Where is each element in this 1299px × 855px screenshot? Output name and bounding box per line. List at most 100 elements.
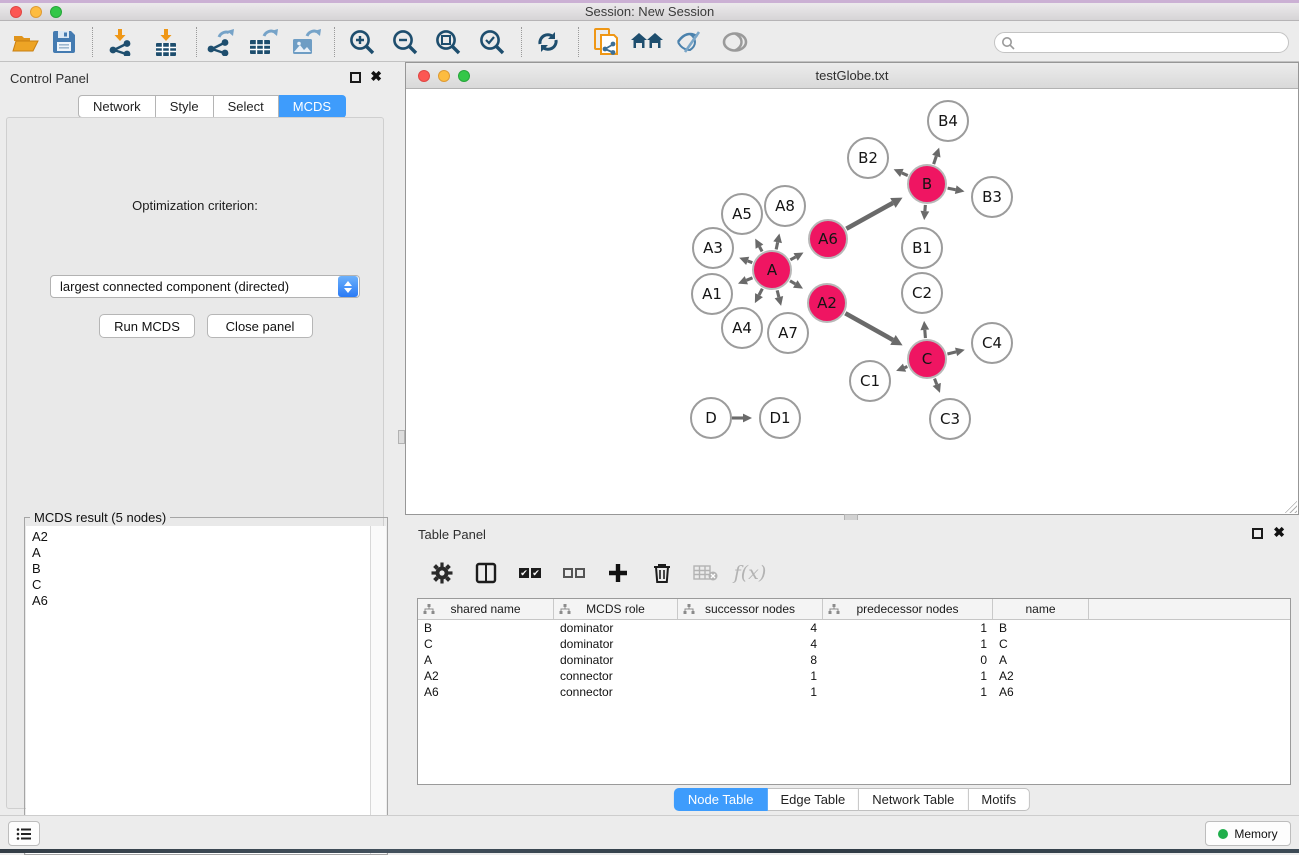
edge-A6-B[interactable]	[846, 203, 893, 229]
tab-select[interactable]: Select	[214, 95, 279, 118]
edge-A-A6[interactable]	[790, 257, 795, 260]
edge-B-B2[interactable]	[902, 173, 908, 176]
tab-motifs[interactable]: Motifs	[968, 788, 1030, 811]
column-header-predecessor-nodes[interactable]: predecessor nodes	[823, 599, 993, 619]
network-canvas[interactable]: B4B2BB3A8A5A6A3B1AA1C2A2A4A7C4CC1DD1C3	[406, 89, 1298, 514]
tab-node-table[interactable]: Node Table	[674, 788, 768, 811]
delete-icon[interactable]	[647, 558, 677, 588]
table-cell[interactable]: 1	[678, 668, 823, 684]
edge-A-A1[interactable]	[746, 278, 752, 280]
save-session-icon[interactable]	[46, 26, 82, 58]
network-window-titlebar[interactable]: testGlobe.txt	[406, 63, 1298, 89]
column-header-successor-nodes[interactable]: successor nodes	[678, 599, 823, 619]
deselect-all-icon[interactable]	[559, 558, 589, 588]
edge-B-B4[interactable]	[934, 156, 937, 164]
table-row[interactable]: A6connector11A6	[418, 684, 1290, 700]
node-table[interactable]: shared nameMCDS rolesuccessor nodesprede…	[417, 598, 1291, 785]
export-image-icon[interactable]	[288, 26, 324, 58]
table-row[interactable]: Cdominator41C	[418, 636, 1290, 652]
edge-A-A4[interactable]	[759, 289, 762, 295]
edge-B-B3[interactable]	[948, 188, 956, 190]
zoom-fit-icon[interactable]	[430, 26, 466, 58]
search-input[interactable]	[1015, 34, 1288, 51]
edge-C-C1[interactable]	[905, 367, 908, 368]
table-cell[interactable]: C	[993, 636, 1089, 652]
table-row[interactable]: Bdominator41B	[418, 620, 1290, 636]
table-cell[interactable]: connector	[554, 668, 678, 684]
table-cell[interactable]: A2	[993, 668, 1089, 684]
result-list-scrollbar[interactable]	[370, 526, 386, 854]
table-cell[interactable]: B	[993, 620, 1089, 636]
table-cell[interactable]: A6	[418, 684, 554, 700]
table-cell[interactable]: 1	[823, 620, 993, 636]
table-row[interactable]: A2connector11A2	[418, 668, 1290, 684]
zoom-out-icon[interactable]	[387, 26, 423, 58]
table-cell[interactable]: dominator	[554, 652, 678, 668]
table-cell[interactable]: dominator	[554, 620, 678, 636]
hide-selected-icon[interactable]	[672, 26, 708, 58]
table-cell[interactable]: B	[418, 620, 554, 636]
show-all-icon[interactable]	[717, 26, 753, 58]
table-cell[interactable]: A6	[993, 684, 1089, 700]
duplicate-network-icon[interactable]	[588, 26, 624, 58]
edge-C-C2[interactable]	[925, 330, 926, 338]
column-header-name[interactable]: name	[993, 599, 1089, 619]
columns-icon[interactable]	[471, 558, 501, 588]
edge-A-A7[interactable]	[777, 290, 779, 297]
tab-style[interactable]: Style	[156, 95, 214, 118]
table-cell[interactable]: 4	[678, 620, 823, 636]
table-header-row[interactable]: shared nameMCDS rolesuccessor nodesprede…	[418, 599, 1290, 620]
import-network-icon[interactable]	[102, 26, 138, 58]
tab-edge-table[interactable]: Edge Table	[767, 788, 859, 811]
result-item[interactable]: A	[32, 545, 370, 561]
table-cell[interactable]: dominator	[554, 636, 678, 652]
result-item[interactable]: A6	[32, 593, 370, 609]
edge-A-A5[interactable]	[759, 247, 762, 252]
memory-button[interactable]: Memory	[1205, 821, 1291, 846]
select-all-icon[interactable]: ✔✔	[515, 558, 545, 588]
table-cell[interactable]: C	[418, 636, 554, 652]
column-header-shared-name[interactable]: shared name	[418, 599, 554, 619]
result-item[interactable]: A2	[32, 529, 370, 545]
zoom-selected-icon[interactable]	[474, 26, 510, 58]
export-table-icon[interactable]	[245, 26, 281, 58]
table-float-icon[interactable]	[1252, 528, 1263, 539]
delete-table-icon[interactable]	[691, 558, 721, 588]
tab-network[interactable]: Network	[78, 95, 156, 118]
canvas-scroll-nub-left[interactable]	[398, 430, 405, 444]
mcds-result-list[interactable]: A2ABCA6	[26, 526, 371, 854]
float-panel-icon[interactable]	[350, 72, 361, 83]
criterion-dropdown[interactable]: largest connected component (directed)	[50, 275, 360, 298]
run-mcds-button[interactable]: Run MCDS	[99, 314, 195, 338]
edge-C-C3[interactable]	[935, 379, 937, 385]
close-panel-icon[interactable]: ✖	[370, 71, 382, 82]
table-body[interactable]: Bdominator41BCdominator41CAdominator80AA…	[418, 620, 1290, 700]
table-cell[interactable]: connector	[554, 684, 678, 700]
add-column-icon[interactable]	[603, 558, 633, 588]
zoom-in-icon[interactable]	[344, 26, 380, 58]
edge-A-A3[interactable]	[748, 261, 753, 263]
table-cell[interactable]: 4	[678, 636, 823, 652]
task-history-button[interactable]	[8, 821, 40, 846]
refresh-icon[interactable]	[530, 26, 566, 58]
table-row[interactable]: Adominator80A	[418, 652, 1290, 668]
close-panel-button[interactable]: Close panel	[207, 314, 313, 338]
edge-A-A8[interactable]	[776, 242, 777, 249]
table-cell[interactable]: 0	[823, 652, 993, 668]
table-cell[interactable]: 1	[823, 684, 993, 700]
edge-C-C4[interactable]	[947, 352, 956, 354]
table-cell[interactable]: 8	[678, 652, 823, 668]
table-close-icon[interactable]: ✖	[1273, 527, 1285, 538]
result-item[interactable]: B	[32, 561, 370, 577]
resize-grip-icon[interactable]	[1285, 501, 1297, 513]
table-cell[interactable]: 1	[678, 684, 823, 700]
column-header-MCDS-role[interactable]: MCDS role	[554, 599, 678, 619]
edge-A2-C[interactable]	[845, 313, 893, 340]
table-cell[interactable]: 1	[823, 668, 993, 684]
open-file-icon[interactable]	[8, 26, 44, 58]
table-cell[interactable]: A	[418, 652, 554, 668]
table-cell[interactable]: 1	[823, 636, 993, 652]
edge-A-A2[interactable]	[790, 281, 795, 284]
import-table-icon[interactable]	[148, 26, 184, 58]
table-cell[interactable]: A	[993, 652, 1089, 668]
